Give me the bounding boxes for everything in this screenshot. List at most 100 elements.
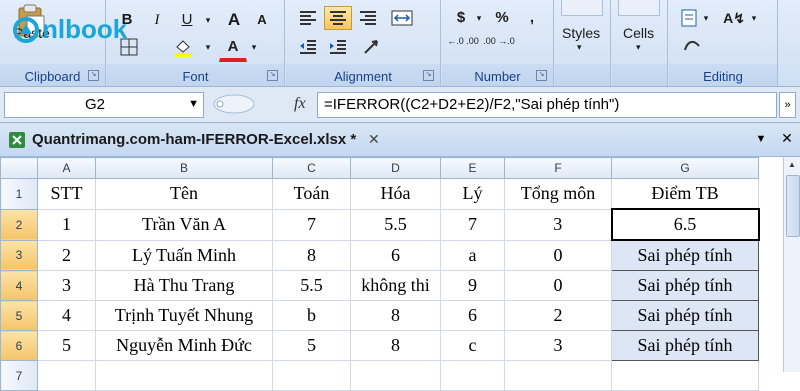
row-header[interactable]: 2 [0, 208, 38, 241]
cell[interactable]: 5 [37, 330, 96, 361]
increase-indent-icon[interactable] [324, 35, 352, 59]
cell[interactable] [272, 360, 351, 391]
column-header-f[interactable]: F [504, 157, 612, 179]
clear-icon[interactable] [677, 33, 707, 57]
name-box-dropdown-icon[interactable]: ▼ [188, 98, 199, 110]
selected-cell[interactable]: Sai phép tính [611, 270, 759, 301]
cell[interactable]: 5 [272, 330, 351, 361]
cell[interactable]: 7 [440, 208, 505, 241]
cell[interactable]: Nguyễn Minh Đức [95, 330, 273, 361]
cell[interactable] [504, 360, 612, 391]
cell[interactable]: 6 [440, 300, 505, 331]
increase-decimal-button[interactable]: ←.0 .00 [446, 35, 480, 59]
cell[interactable] [37, 360, 96, 391]
decrease-decimal-button[interactable]: .00 →.0 [482, 35, 516, 59]
cell[interactable]: không thi [350, 270, 441, 301]
workbook-close-icon[interactable]: ✕ [368, 131, 380, 148]
comma-button[interactable]: , [520, 6, 544, 30]
borders-icon[interactable] [115, 35, 143, 59]
row-header[interactable]: 4 [0, 270, 38, 301]
row-header[interactable]: 3 [0, 239, 38, 271]
cell[interactable]: 2 [504, 300, 612, 331]
window-close-icon[interactable]: ✕ [778, 129, 796, 147]
cell[interactable]: Trần Văn A [95, 208, 273, 241]
active-cell[interactable]: 6.5 [610, 208, 760, 241]
selected-cell[interactable]: Sai phép tính [611, 239, 759, 271]
styles-dropdown-icon[interactable]: ▾ [577, 42, 582, 53]
vertical-scrollbar[interactable]: ▲ [783, 157, 800, 372]
cell[interactable]: Lý [440, 178, 505, 210]
cell[interactable]: 5.5 [350, 208, 441, 241]
expand-formula-icon[interactable]: » [779, 92, 796, 118]
shrink-font-button[interactable]: A [249, 8, 275, 32]
align-center-icon[interactable] [324, 6, 352, 30]
orientation-icon[interactable] [356, 35, 390, 59]
decrease-indent-icon[interactable] [294, 35, 322, 59]
scroll-thumb[interactable] [786, 175, 800, 237]
merge-center-icon[interactable] [386, 6, 418, 30]
select-all-corner[interactable] [0, 157, 38, 179]
cell[interactable]: 9 [440, 270, 505, 301]
cell[interactable]: Hà Thu Trang [95, 270, 273, 301]
cell[interactable]: 2 [37, 239, 96, 271]
cell[interactable]: 8 [272, 239, 351, 271]
find-select-icon[interactable]: A↯ [719, 6, 749, 30]
cell[interactable]: 3 [504, 208, 612, 241]
styles-button[interactable]: Styles [562, 25, 600, 41]
row-header[interactable]: 6 [0, 330, 38, 361]
formula-input[interactable]: =IFERROR((C2+D2+E2)/F2,"Sai phép tính") [317, 92, 777, 118]
italic-button[interactable]: I [145, 8, 169, 32]
autosum-dropdown-icon[interactable]: ▾ [699, 6, 713, 30]
cell[interactable]: Tổng môn [504, 178, 612, 210]
currency-dropdown-icon[interactable]: ▾ [472, 6, 486, 30]
number-dialog-launcher[interactable]: ↘ [536, 70, 547, 81]
row-header[interactable]: 7 [0, 360, 38, 391]
selected-cell[interactable]: Sai phép tính [611, 330, 759, 361]
underline-button[interactable]: U [175, 8, 199, 32]
cell[interactable]: Điểm TB [611, 178, 759, 210]
cell[interactable]: 5.5 [272, 270, 351, 301]
cell[interactable]: STT [37, 178, 96, 210]
font-dialog-launcher[interactable]: ↘ [267, 70, 278, 81]
cell[interactable]: 0 [504, 239, 612, 271]
column-header-a[interactable]: A [37, 157, 96, 179]
cell[interactable] [611, 360, 759, 391]
fill-color-icon[interactable] [169, 35, 197, 59]
fill-color-dropdown-icon[interactable]: ▾ [201, 35, 215, 59]
cells-button[interactable]: Cells [623, 25, 654, 41]
cell[interactable]: Lý Tuấn Minh [95, 239, 273, 271]
column-header-c[interactable]: C [272, 157, 351, 179]
cell[interactable]: 1 [37, 208, 96, 241]
align-left-icon[interactable] [294, 6, 322, 30]
tab-list-dropdown-icon[interactable]: ▼ [752, 130, 770, 148]
cell[interactable]: Toán [272, 178, 351, 210]
autosum-icon[interactable] [677, 6, 701, 30]
column-header-e[interactable]: E [440, 157, 505, 179]
scroll-up-icon[interactable]: ▲ [786, 159, 798, 171]
currency-button[interactable]: $ [448, 6, 474, 30]
alignment-dialog-launcher[interactable]: ↘ [423, 70, 434, 81]
cell[interactable]: 0 [504, 270, 612, 301]
column-header-b[interactable]: B [95, 157, 273, 179]
row-header[interactable]: 1 [0, 178, 38, 210]
formula-bar-resize-handle[interactable] [210, 93, 260, 115]
font-color-icon[interactable]: A [219, 35, 247, 62]
cell[interactable]: Tên [95, 178, 273, 210]
cell[interactable]: a [440, 239, 505, 271]
insert-function-icon[interactable]: fx [294, 95, 306, 113]
cell[interactable]: 3 [504, 330, 612, 361]
name-box[interactable]: G2 ▼ [4, 92, 204, 118]
cell[interactable] [440, 360, 505, 391]
selected-cell[interactable]: Sai phép tính [611, 300, 759, 331]
percent-button[interactable]: % [488, 6, 516, 30]
cell[interactable]: c [440, 330, 505, 361]
bold-button[interactable]: B [115, 8, 139, 32]
cell[interactable]: 3 [37, 270, 96, 301]
clipboard-dialog-launcher[interactable]: ↘ [88, 70, 99, 81]
cell[interactable]: Trịnh Tuyết Nhung [95, 300, 273, 331]
cell[interactable]: Hóa [350, 178, 441, 210]
cell[interactable]: 7 [272, 208, 351, 241]
column-header-g[interactable]: G [611, 157, 759, 179]
column-header-d[interactable]: D [350, 157, 441, 179]
underline-dropdown-icon[interactable]: ▾ [201, 8, 215, 32]
